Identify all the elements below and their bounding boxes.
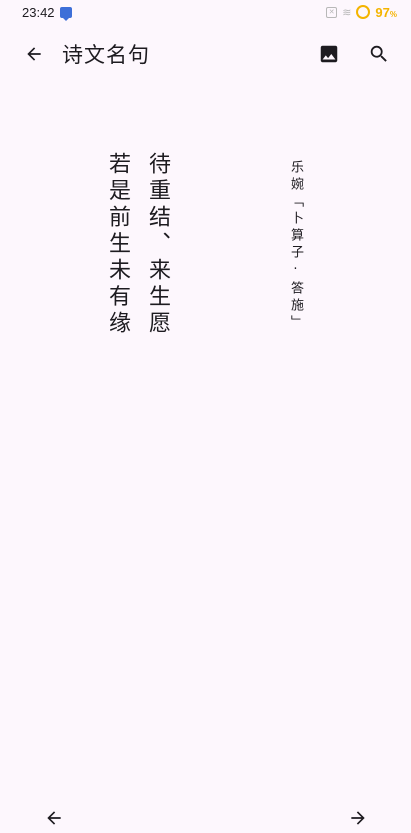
arrow-right-icon	[351, 811, 365, 825]
poem-attribution: 乐婉「卜算子·答施」	[288, 160, 303, 332]
next-button[interactable]	[344, 805, 372, 831]
app-bar: 诗文名句	[0, 24, 411, 84]
arrow-back-icon	[27, 47, 41, 61]
poem-line-2: 若是前生未有缘	[105, 152, 130, 338]
battery-value: 97	[375, 4, 390, 20]
back-button[interactable]	[18, 38, 50, 70]
wifi-icon: ≋	[342, 6, 352, 19]
poem-line-1: 待重结、来生愿	[145, 152, 170, 338]
status-right: ✕ ≋ 97%	[326, 5, 397, 20]
status-bar: 23:42 ✕ ≋ 97%	[0, 0, 411, 24]
poem-text: 待重结、来生愿 若是前生未有缘	[104, 152, 170, 338]
battery-unit: %	[389, 9, 397, 19]
arrow-left-icon	[47, 811, 61, 825]
image-button[interactable]	[313, 38, 345, 70]
battery-icon	[356, 5, 371, 19]
battery-percent: 97%	[375, 5, 397, 20]
search-button[interactable]	[363, 38, 395, 70]
page-title: 诗文名句	[62, 43, 150, 67]
sim-icon: ✕	[326, 6, 338, 18]
notification-icon	[59, 6, 72, 21]
previous-button[interactable]	[40, 805, 68, 831]
status-left: 23:42	[22, 4, 72, 21]
image-icon	[320, 45, 338, 63]
status-time: 23:42	[22, 4, 55, 20]
search-icon	[370, 45, 387, 62]
